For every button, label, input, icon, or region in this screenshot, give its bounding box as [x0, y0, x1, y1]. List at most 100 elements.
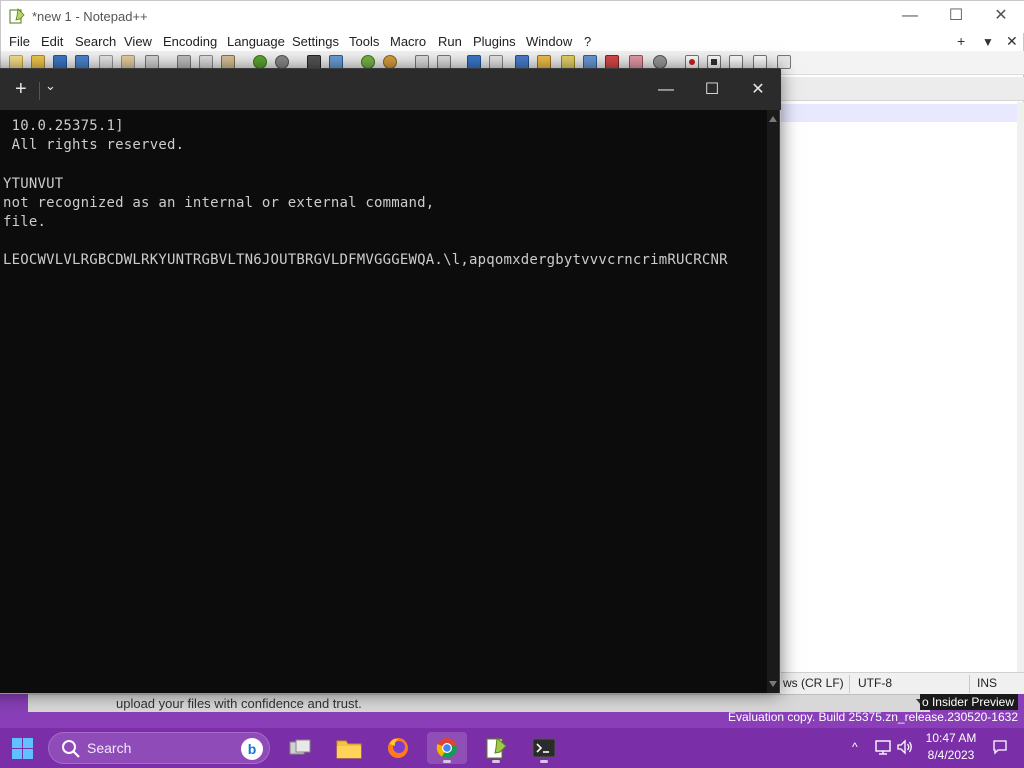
language-icon[interactable] [537, 55, 551, 69]
current-line-highlight [781, 104, 1021, 122]
function-list-icon[interactable] [583, 55, 597, 69]
paste-icon[interactable] [221, 55, 235, 69]
notepadpp-minimize-button[interactable]: — [887, 1, 933, 33]
chrome-icon [436, 738, 457, 758]
new-tab-icon[interactable]: + [957, 33, 965, 49]
taskbar-clock[interactable]: 10:47 AM 8/4/2023 [918, 730, 984, 764]
zoom-out-icon[interactable] [383, 55, 397, 69]
search-icon [62, 740, 80, 758]
menu-help[interactable]: ? [584, 34, 591, 49]
terminal-line: 10.0.25375.1] [3, 118, 124, 134]
new-tab-plus-icon[interactable]: + [15, 79, 27, 99]
menu-file[interactable]: File [9, 34, 30, 49]
terminal-line: not recognized as an internal or externa… [3, 195, 435, 211]
notification-icon[interactable] [992, 739, 1008, 755]
open-file-icon[interactable] [31, 55, 45, 69]
terminal-line: LEOCWVLVLRGBCDWLRKYUNTRGBVLTN6JOUTBRGVLD… [3, 252, 728, 268]
folder-workspace-icon[interactable] [605, 55, 619, 69]
browser-banner-text: upload your files with confidence and tr… [116, 696, 362, 711]
notepadpp-close-button[interactable]: ✕ [978, 1, 1024, 33]
save-all-icon[interactable] [75, 55, 89, 69]
zoom-in-icon[interactable] [361, 55, 375, 69]
tab-dropdown-chevron-icon[interactable]: ⌄ [45, 78, 56, 94]
monitoring-icon[interactable] [629, 55, 643, 69]
close-all-icon[interactable] [121, 55, 135, 69]
print-icon[interactable] [145, 55, 159, 69]
network-icon[interactable] [874, 738, 892, 756]
doc-map-icon[interactable] [561, 55, 575, 69]
scroll-up-arrow-icon[interactable] [769, 116, 777, 122]
run-macro-multiple-icon[interactable] [753, 55, 767, 69]
menu-search[interactable]: Search [75, 34, 116, 49]
undo-icon[interactable] [253, 55, 267, 69]
menu-edit[interactable]: Edit [41, 34, 63, 49]
notepadpp-scrollbar[interactable] [1017, 102, 1024, 672]
clock-date: 8/4/2023 [927, 748, 975, 762]
menu-plugins[interactable]: Plugins [473, 34, 516, 49]
indent-guide-icon[interactable] [515, 55, 529, 69]
start-button[interactable] [8, 734, 38, 762]
menu-run[interactable]: Run [438, 34, 462, 49]
terminal-maximize-button[interactable]: ☐ [689, 69, 735, 110]
close-icon[interactable] [99, 55, 113, 69]
play-macro-icon[interactable] [729, 55, 743, 69]
new-file-icon[interactable] [9, 55, 23, 69]
active-app-indicator [443, 760, 451, 763]
notepadpp-taskbar-button[interactable] [476, 732, 516, 764]
save-macro-icon[interactable] [777, 55, 791, 69]
menu-tools[interactable]: Tools [349, 34, 379, 49]
terminal-line: All rights reserved. [3, 137, 185, 153]
status-divider [849, 675, 850, 693]
terminal-minimize-button[interactable]: — [643, 69, 689, 110]
windows-logo-icon [23, 738, 33, 748]
menu-language[interactable]: Language [227, 34, 285, 49]
chrome-button[interactable] [427, 732, 467, 764]
firefox-icon [388, 738, 408, 758]
sync-vertical-icon[interactable] [415, 55, 429, 69]
replace-icon[interactable] [329, 55, 343, 69]
menu-encoding[interactable]: Encoding [163, 34, 217, 49]
menu-settings[interactable]: Settings [292, 34, 339, 49]
menu-macro[interactable]: Macro [390, 34, 426, 49]
redo-icon[interactable] [275, 55, 289, 69]
watermark-build: Evaluation copy. Build 25375.zn_release.… [728, 710, 1018, 724]
terminal-scrollbar[interactable] [767, 110, 779, 693]
bing-icon[interactable]: b [241, 738, 263, 760]
sync-horizontal-icon[interactable] [437, 55, 451, 69]
terminal-close-button[interactable]: ✕ [735, 69, 781, 110]
notepadpp-titlebar[interactable]: *new 1 - Notepad++ — ☐ ✕ [1, 1, 1024, 33]
notepadpp-app-icon [9, 8, 25, 24]
scroll-down-arrow-icon[interactable] [769, 681, 777, 687]
record-macro-icon[interactable] [685, 55, 699, 69]
close-tab-icon[interactable]: ✕ [1006, 33, 1018, 50]
notepadpp-editor[interactable] [781, 102, 1023, 672]
tab-list-icon[interactable]: ▼ [982, 35, 994, 49]
doc-switcher-icon[interactable] [653, 55, 667, 69]
notepadpp-tabbar [781, 77, 1024, 101]
find-icon[interactable] [307, 55, 321, 69]
status-divider [969, 675, 970, 693]
status-insert-mode: INS [977, 676, 998, 690]
file-explorer-button[interactable] [329, 732, 369, 764]
terminal-titlebar[interactable]: + ⌄ — ☐ ✕ [0, 69, 781, 110]
show-all-chars-icon[interactable] [489, 55, 503, 69]
stop-macro-icon[interactable] [707, 55, 721, 69]
windows-logo-icon [12, 749, 22, 759]
word-wrap-icon[interactable] [467, 55, 481, 69]
menu-window[interactable]: Window [526, 34, 572, 49]
notepadpp-maximize-button[interactable]: ☐ [933, 1, 979, 33]
save-icon[interactable] [53, 55, 67, 69]
terminal-taskbar-button[interactable] [524, 732, 564, 764]
terminal-output[interactable]: 10.0.25375.1] All rights reserved. YTUNV… [0, 110, 767, 693]
watermark-edition: o Insider Preview [919, 694, 1018, 710]
volume-icon[interactable] [896, 738, 914, 756]
tray-overflow-chevron-icon[interactable]: ^ [852, 740, 858, 754]
cut-icon[interactable] [177, 55, 191, 69]
terminal-line: YTUNVUT [3, 176, 64, 192]
taskbar-search-box[interactable]: Search b [48, 732, 270, 764]
notepadpp-menubar: File Edit Search View Encoding Language … [1, 33, 1024, 51]
firefox-button[interactable] [378, 732, 418, 764]
menu-view[interactable]: View [124, 34, 152, 49]
task-view-button[interactable] [280, 732, 320, 764]
copy-icon[interactable] [199, 55, 213, 69]
